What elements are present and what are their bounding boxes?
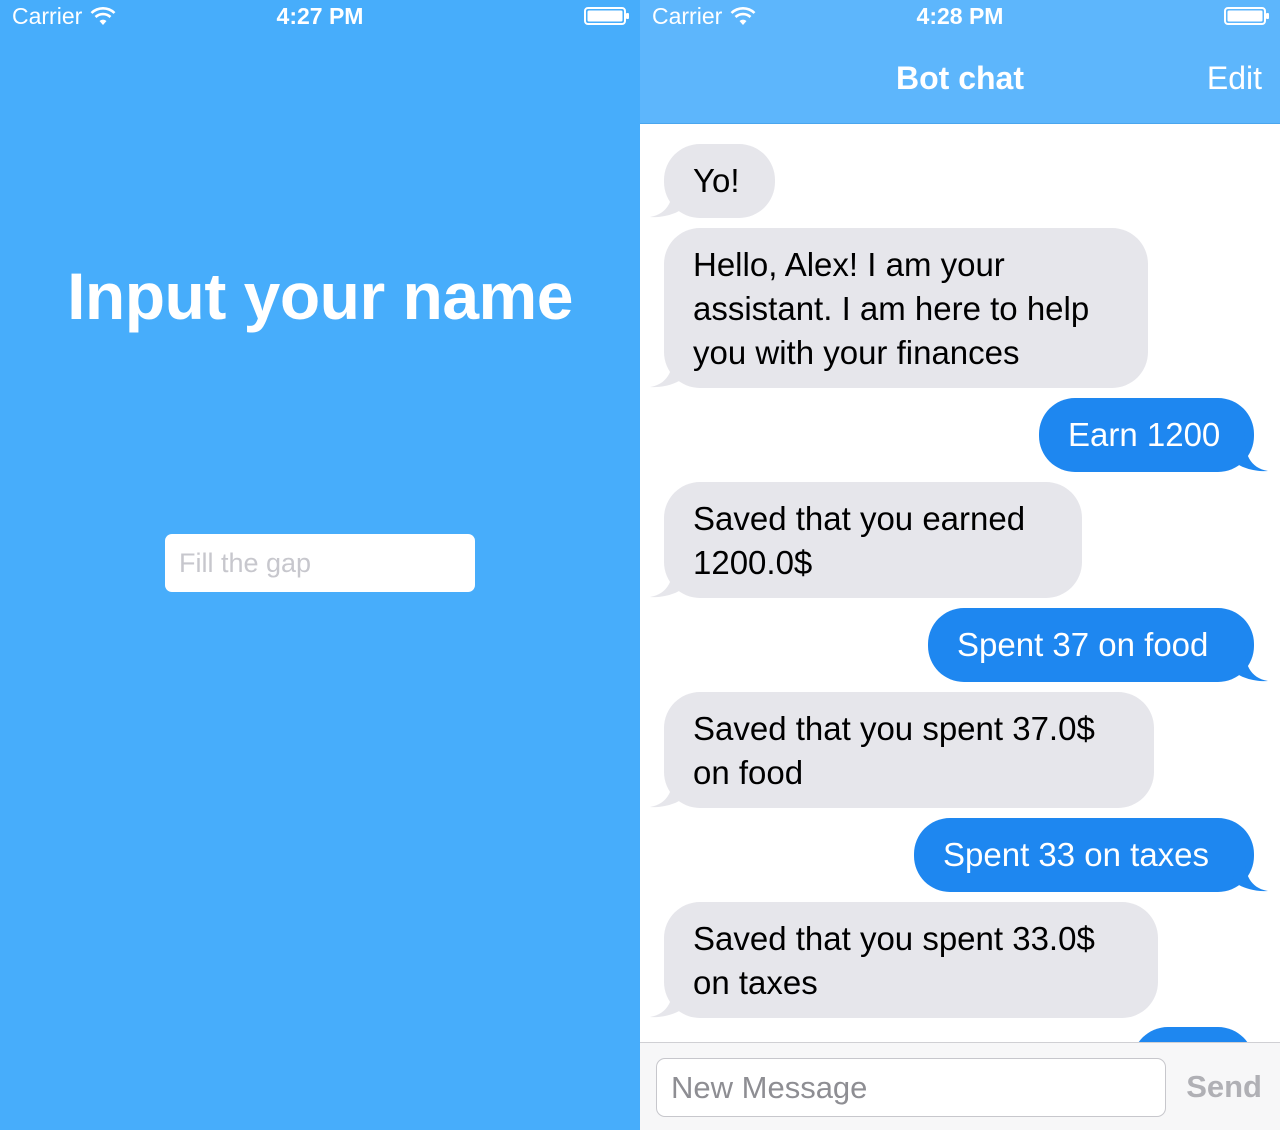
status-bar: Carrier 4:27 PM xyxy=(0,0,640,34)
send-button[interactable]: Send xyxy=(1186,1069,1262,1105)
message-bubble-incoming: Yo! xyxy=(650,144,775,218)
message-bubble-incoming: Saved that you earned 1200.0$ xyxy=(650,482,1082,598)
message-list[interactable]: Yo! Hello, Alex! I am your assistant. I … xyxy=(640,124,1280,1042)
bubble-tail xyxy=(650,178,686,218)
message-bubble-incoming: Saved that you spent 33.0$ on taxes xyxy=(650,902,1158,1018)
battery-icon xyxy=(584,7,629,25)
edit-button[interactable]: Edit xyxy=(1207,60,1262,97)
message-bubble-outgoing: Earn 1200 xyxy=(1039,398,1268,472)
message-input-bar: Send xyxy=(640,1042,1280,1130)
chat-screen: Carrier 4:28 PM Bot chat Edit Yo! Hello,… xyxy=(640,0,1280,1130)
bubble-tail xyxy=(650,348,686,388)
message-text: Yo! xyxy=(693,162,740,199)
bubble-tail xyxy=(1232,642,1268,682)
message-text: Earn 1200 xyxy=(1068,416,1221,453)
message-bubble-incoming: Saved that you spent 37.0$ on food xyxy=(650,692,1154,808)
message-bubble-outgoing-partial xyxy=(1132,1027,1254,1042)
navigation-bar: Carrier 4:28 PM Bot chat Edit xyxy=(640,0,1280,124)
status-bar: Carrier 4:28 PM xyxy=(640,0,1280,34)
bubble-tail xyxy=(1232,852,1268,892)
message-text: Saved that you spent 33.0$ on taxes xyxy=(693,920,1095,1001)
message-input[interactable] xyxy=(656,1058,1166,1117)
message-text: Spent 33 on taxes xyxy=(943,836,1210,873)
nav-title: Bot chat xyxy=(896,60,1024,96)
bubble-tail xyxy=(650,978,686,1018)
message-text: Saved that you spent 37.0$ on food xyxy=(693,710,1095,791)
bubble-tail xyxy=(650,558,686,598)
bubble-tail xyxy=(1232,432,1268,472)
bubble-tail xyxy=(650,768,686,808)
message-bubble-outgoing: Spent 37 on food xyxy=(928,608,1268,682)
message-bubble-incoming: Hello, Alex! I am your assistant. I am h… xyxy=(650,228,1148,388)
message-bubble-outgoing: Spent 33 on taxes xyxy=(914,818,1268,892)
name-input[interactable] xyxy=(165,534,475,592)
battery-icon xyxy=(1224,7,1269,25)
message-text: Spent 37 on food xyxy=(957,626,1209,663)
name-entry-screen: Carrier 4:27 PM Input your name xyxy=(0,0,640,1130)
status-time: 4:28 PM xyxy=(916,3,1004,29)
page-title: Input your name xyxy=(67,259,573,333)
message-text: Hello, Alex! I am your assistant. I am h… xyxy=(693,246,1090,371)
message-text: Saved that you earned 1200.0$ xyxy=(693,500,1026,581)
status-time: 4:27 PM xyxy=(276,3,364,29)
